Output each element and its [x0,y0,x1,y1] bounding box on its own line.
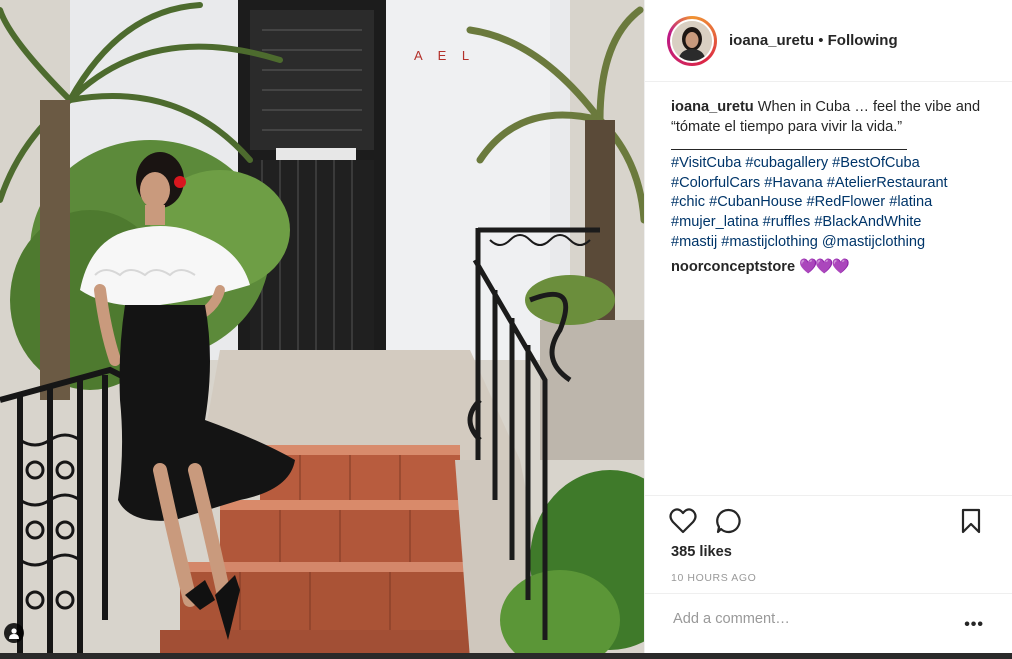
hashtags-line-4[interactable]: #mujer_latina #ruffles #BlackAndWhite [671,213,991,233]
action-bar [645,495,1012,544]
post-timestamp[interactable]: 10 HOURS AGO [671,572,756,584]
photo-illustration: A E L [0,0,644,659]
caption-divider [671,137,907,151]
hashtags-line-1[interactable]: #VisitCuba #cubagallery #BestOfCuba [671,154,991,174]
comment-username[interactable]: noorconceptstore [671,259,795,275]
post-side-panel: ioana_uretu • Following ioana_uretu When… [644,0,1012,659]
more-options-icon[interactable]: ••• [964,616,984,634]
post-caption: ioana_uretu When in Cuba … feel the vibe… [645,82,1012,278]
svg-text:A E L: A E L [414,48,475,63]
add-comment-bar: ••• [645,593,1012,654]
comment-item: noorconceptstore 💜💜💜 [671,258,991,278]
hashtags-line-2[interactable]: #ColorfulCars #Havana #AtelierRestaurant [671,174,991,194]
comment-input[interactable] [671,610,925,628]
comment-text: 💜💜💜 [799,259,849,276]
window-bottom-edge [0,653,1012,659]
post-photo[interactable]: A E L [0,0,644,659]
header-separator: • [818,32,824,49]
header-username[interactable]: ioana_uretu [729,32,814,49]
hashtags-line-3[interactable]: #chic #CubanHouse #RedFlower #latina [671,193,991,213]
following-button[interactable]: Following [828,32,898,49]
post-header: ioana_uretu • Following [645,0,1012,82]
heart-icon[interactable] [669,508,697,534]
caption-username[interactable]: ioana_uretu [671,99,754,115]
user-tag-icon[interactable] [4,623,24,643]
hashtags-line-5[interactable]: #mastij #mastijclothing @mastijclothing [671,233,991,253]
likes-count[interactable]: 385 likes [671,544,732,560]
avatar[interactable] [667,15,717,66]
comment-icon[interactable] [715,508,743,534]
bookmark-icon[interactable] [959,508,987,534]
